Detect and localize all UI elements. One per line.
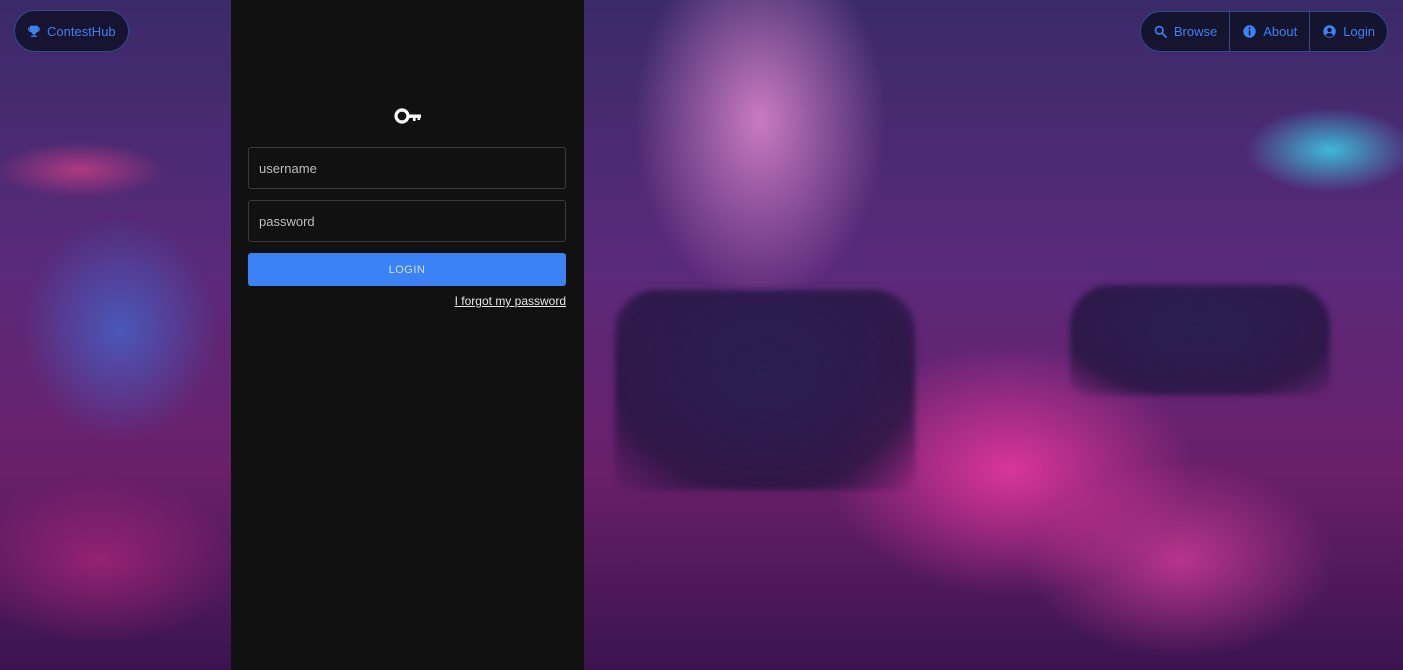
nav-login[interactable]: Login bbox=[1310, 12, 1387, 51]
trophy-icon bbox=[28, 25, 40, 37]
forgot-password-link[interactable]: I forgot my password bbox=[455, 294, 566, 308]
info-icon bbox=[1243, 25, 1256, 38]
login-button[interactable]: LOGIN bbox=[248, 253, 566, 286]
login-panel: LOGIN I forgot my password bbox=[231, 0, 584, 670]
nav-browse[interactable]: Browse bbox=[1141, 12, 1231, 51]
nav-login-label: Login bbox=[1343, 24, 1375, 39]
key-icon bbox=[394, 108, 421, 124]
search-icon bbox=[1154, 25, 1167, 38]
background-image bbox=[0, 0, 1403, 670]
brand-label: ContestHub bbox=[47, 23, 116, 39]
brand-button[interactable]: ContestHub bbox=[14, 10, 129, 52]
account-circle-icon bbox=[1323, 25, 1336, 38]
car-silhouette bbox=[615, 290, 915, 490]
nav-about-label: About bbox=[1263, 24, 1298, 39]
car-silhouette bbox=[1070, 285, 1330, 395]
username-field[interactable] bbox=[248, 147, 566, 189]
nav-about[interactable]: About bbox=[1230, 12, 1311, 51]
nav-browse-label: Browse bbox=[1173, 24, 1218, 39]
top-navigation: Browse About Login bbox=[1139, 11, 1388, 52]
password-field[interactable] bbox=[248, 200, 566, 242]
